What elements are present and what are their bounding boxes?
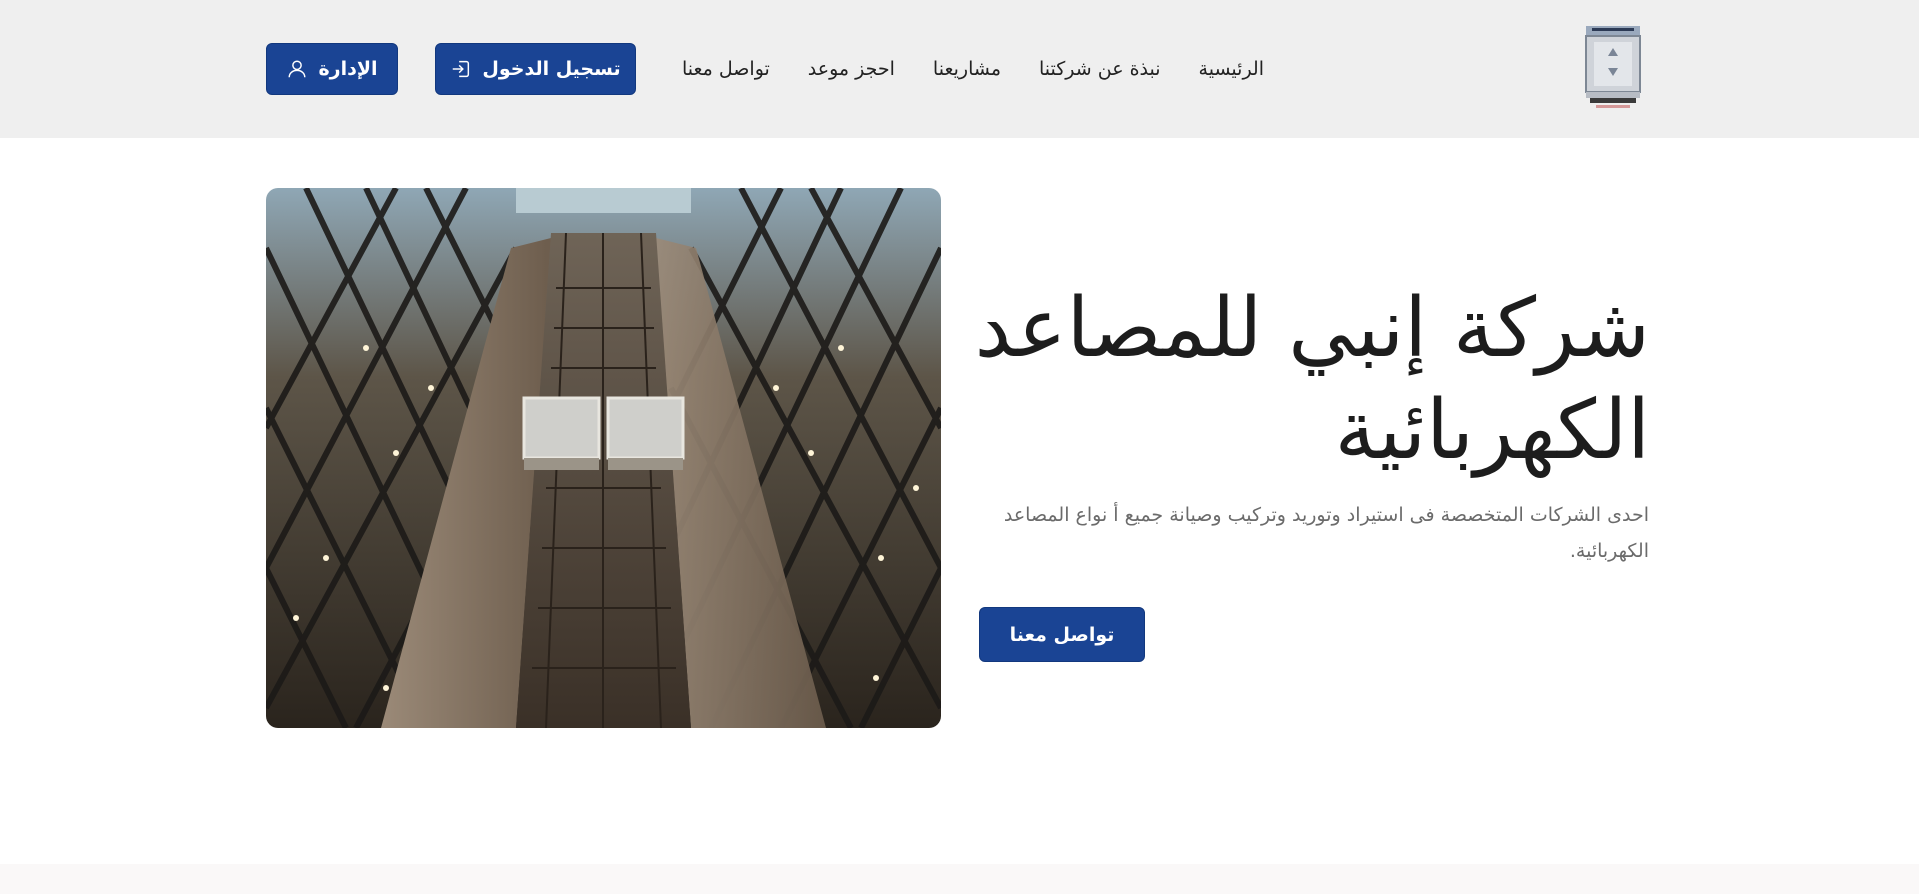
admin-button-label: الإدارة xyxy=(318,58,378,80)
contact-us-button-label: تواصل معنا xyxy=(1009,623,1115,646)
login-button[interactable]: تسجيل الدخول xyxy=(435,43,636,95)
company-logo[interactable] xyxy=(1582,26,1644,110)
nav-projects[interactable]: مشاريعنا xyxy=(933,58,1001,80)
contact-us-button[interactable]: تواصل معنا xyxy=(979,607,1145,662)
admin-button[interactable]: الإدارة xyxy=(266,43,398,95)
nav-home[interactable]: الرئيسية xyxy=(1199,58,1264,80)
glass-elevator-atrium-photo xyxy=(266,188,941,728)
main-nav: الرئيسية نبذة عن شركتنا مشاريعنا احجز مو… xyxy=(682,0,1264,138)
top-navbar: الرئيسية نبذة عن شركتنا مشاريعنا احجز مو… xyxy=(0,0,1919,138)
hero-image xyxy=(266,188,941,728)
nav-book-appointment[interactable]: احجز موعد xyxy=(808,58,895,80)
login-icon xyxy=(453,60,470,78)
nav-contact[interactable]: تواصل معنا xyxy=(682,58,770,80)
user-icon xyxy=(288,60,306,78)
hero-title: شركة إنبي للمصاعد الكهربائية xyxy=(974,281,1650,478)
login-button-label: تسجيل الدخول xyxy=(482,58,621,80)
hero-description: احدى الشركات المتخصصة فى استيراد وتوريد … xyxy=(1003,504,1649,562)
next-section-strip xyxy=(0,864,1919,894)
nav-about[interactable]: نبذة عن شركتنا xyxy=(1039,58,1161,80)
elevator-logo-icon xyxy=(1585,26,1641,108)
